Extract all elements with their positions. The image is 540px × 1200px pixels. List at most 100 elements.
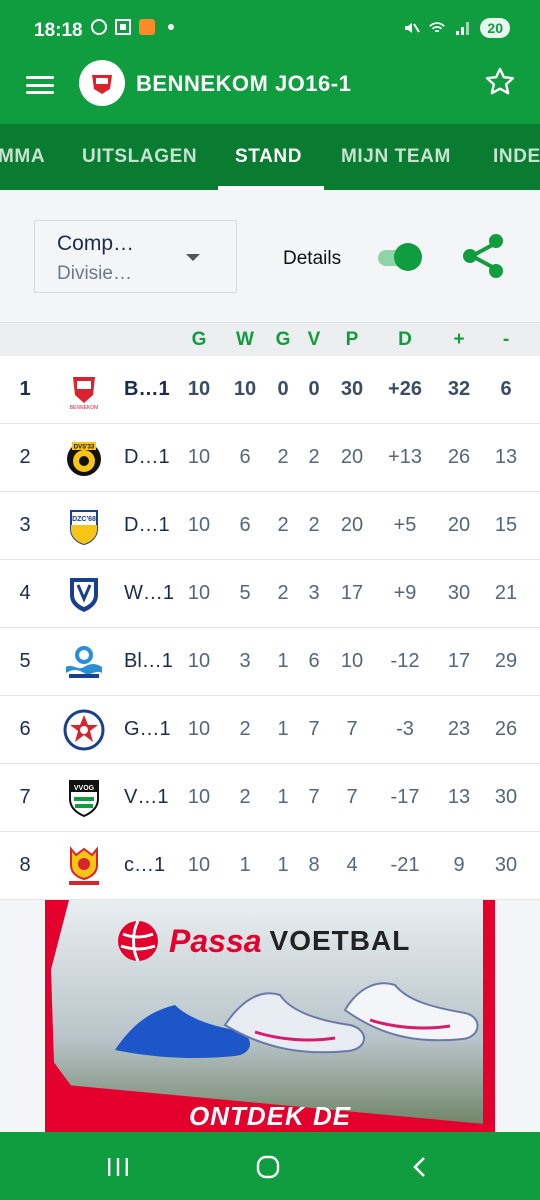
table-row[interactable]: 8 c…1 10 1 1 8 4 -21 9 30: [0, 832, 540, 900]
cell-goals-for: 26: [447, 446, 471, 468]
cell-goals-against: 29: [494, 650, 518, 672]
cell-goal-diff: +26: [388, 378, 422, 400]
header-points[interactable]: P: [332, 329, 372, 351]
cell-goal-diff: +9: [393, 582, 417, 604]
recent-apps-icon[interactable]: [103, 1154, 133, 1180]
bennekom-logo: BENNEKOM: [63, 369, 105, 411]
tab-uitslagen[interactable]: UITSLAGEN: [82, 146, 197, 168]
cell-points: 7: [346, 718, 358, 740]
table-row[interactable]: 3 DZC'68 D…1 10 6 2 2 20 +5 20 15: [0, 492, 540, 560]
table-row[interactable]: 4 W…1 10 5 2 3 17 +9 30 21: [0, 560, 540, 628]
ad-brand: Passa: [169, 922, 262, 959]
cell-goals-against: 15: [494, 514, 518, 536]
header-goal-diff[interactable]: D: [385, 329, 425, 351]
cell-points: 30: [340, 378, 364, 400]
table-row[interactable]: 1 BENNEKOM B…1 10 10 0 0 30 +26 32 6: [0, 356, 540, 424]
home-icon[interactable]: [253, 1154, 283, 1180]
cell-goal-diff: -21: [390, 854, 420, 876]
tab-stand[interactable]: STAND: [235, 146, 302, 168]
tab-inde[interactable]: INDE: [493, 146, 540, 168]
cell-goal-diff: +13: [388, 446, 422, 468]
cell-goals-against: 30: [494, 786, 518, 808]
system-nav-bar: [0, 1132, 540, 1200]
cell-goals-against: 26: [494, 718, 518, 740]
tab-mma[interactable]: MMA: [0, 146, 45, 168]
details-label: Details: [283, 248, 342, 269]
svg-text:VVOG: VVOG: [74, 785, 95, 792]
cell-goals-for: 13: [447, 786, 471, 808]
mute-icon: [402, 19, 421, 37]
status-time: 18:18: [34, 20, 83, 41]
row-position: 7: [19, 786, 31, 808]
tab-bar: MMA UITSLAGEN STAND MIJN TEAM INDE: [0, 124, 540, 190]
star-icon[interactable]: [484, 66, 516, 98]
row-position: 2: [19, 446, 31, 468]
battery-indicator: 20: [480, 18, 510, 38]
cell-goal-diff: -3: [396, 718, 414, 740]
team-name: G…1: [124, 718, 171, 740]
cell-points: 20: [340, 514, 364, 536]
cell-played: 10: [187, 718, 211, 740]
header-played[interactable]: G: [179, 329, 219, 351]
team-name: D…1: [124, 514, 170, 536]
svg-text:DVS'33: DVS'33: [74, 445, 95, 451]
hamburger-icon[interactable]: [26, 74, 54, 96]
back-icon[interactable]: [405, 1154, 435, 1180]
header-goals-for[interactable]: +: [439, 329, 479, 351]
blauw-logo: [63, 641, 105, 683]
team-name: D…1: [124, 446, 170, 468]
cell-points: 10: [340, 650, 364, 672]
table-row[interactable]: 5 Bl…1 10 3 1 6 10 -12 17 29: [0, 628, 540, 696]
cell-goal-diff: -12: [390, 650, 420, 672]
vvog-logo: VVOG: [63, 777, 105, 819]
w-shield-logo: [63, 573, 105, 615]
table-row[interactable]: 2 DVS'33 D…1 10 6 2 2 20 +13 26 13: [0, 424, 540, 492]
cell-points: 17: [340, 582, 364, 604]
cell-played: 10: [187, 650, 211, 672]
tab-mijn-team[interactable]: MIJN TEAM: [341, 146, 451, 168]
header-lost[interactable]: V: [294, 329, 334, 351]
cell-played: 10: [187, 582, 211, 604]
cell-points: 4: [346, 854, 358, 876]
competition-subtitle: Divisie…: [57, 263, 132, 284]
chevron-down-icon: [186, 254, 200, 261]
football-boots-image: [115, 982, 479, 1058]
cell-goals-for: 30: [447, 582, 471, 604]
share-icon[interactable]: [458, 230, 510, 282]
cell-goal-diff: -17: [390, 786, 420, 808]
controls: Comp… Divisie… Details: [0, 190, 540, 322]
cell-played: 10: [187, 446, 211, 468]
competition-select[interactable]: Comp… Divisie…: [34, 220, 237, 293]
cell-goals-for: 32: [447, 378, 471, 400]
g-star-logo: [63, 709, 105, 751]
advertisement-banner[interactable]: Passa VOETBAL ONTDEK DE: [45, 900, 495, 1132]
status-icons-right: 20: [402, 18, 510, 38]
app-icon: [138, 18, 156, 36]
cell-goals-against: 6: [500, 378, 512, 400]
svg-text:DZC'68: DZC'68: [72, 516, 96, 523]
row-position: 6: [19, 718, 31, 740]
cell-goals-for: 9: [453, 854, 465, 876]
table-row[interactable]: 6 G…1 10 2 1 7 7 -3 23 26: [0, 696, 540, 764]
cell-goals-against: 21: [494, 582, 518, 604]
cell-points: 20: [340, 446, 364, 468]
club-logo: [79, 60, 125, 106]
cell-goals-against: 13: [494, 446, 518, 468]
standings-table: 1 BENNEKOM B…1 10 10 0 0 30 +26 32 6 2 D…: [0, 356, 540, 900]
ball-icon: [118, 920, 158, 962]
team-name: Bl…1: [124, 650, 173, 672]
whatsapp-icon: [90, 18, 108, 36]
app-title: BENNEKOM JO16-1: [136, 71, 352, 96]
details-toggle[interactable]: [376, 243, 422, 271]
status-bar: 18:18 20: [0, 0, 540, 60]
table-row[interactable]: 7 VVOG V…1 10 2 1 7 7 -17 13 30: [0, 764, 540, 832]
header-goals-against[interactable]: -: [486, 329, 526, 351]
row-position: 1: [19, 378, 31, 400]
cell-goal-diff: +5: [393, 514, 417, 536]
cell-goals-for: 20: [447, 514, 471, 536]
cell-goals-for: 23: [447, 718, 471, 740]
dzc68-logo: DZC'68: [63, 505, 105, 547]
app-bar: BENNEKOM JO16-1: [0, 60, 540, 124]
header-won[interactable]: W: [225, 329, 265, 351]
cell-goals-against: 30: [494, 854, 518, 876]
